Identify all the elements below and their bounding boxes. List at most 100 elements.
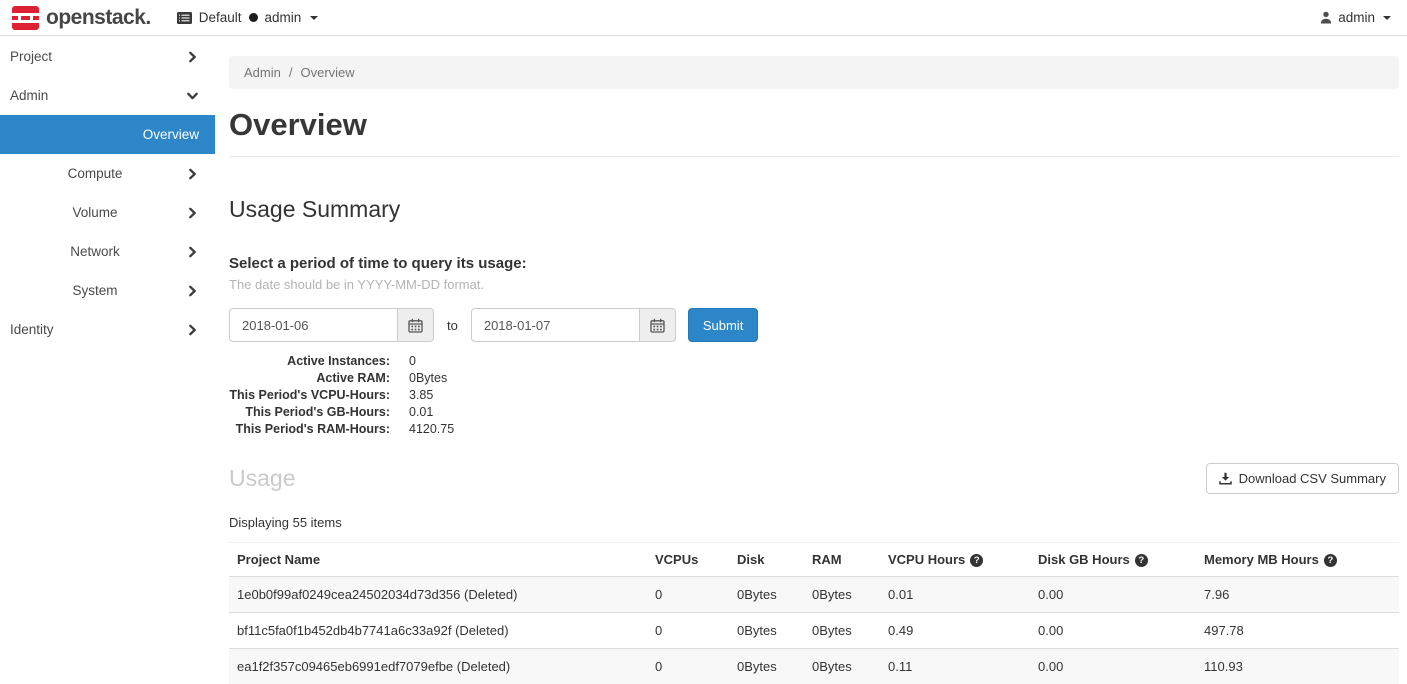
sidebar-item-label: Identity: [10, 322, 54, 337]
date-format-hint: The date should be in YYYY-MM-DD format.: [229, 277, 1399, 292]
date-range-prompt: Select a period of time to query its usa…: [229, 255, 1399, 272]
help-icon[interactable]: ?: [1324, 554, 1337, 567]
sidebar-item-label: Volume: [0, 205, 190, 220]
breadcrumb-separator: /: [289, 65, 293, 80]
context-project-label: admin: [265, 10, 302, 25]
sidebar-item-label: Project: [10, 49, 52, 64]
sidebar-item-compute[interactable]: Compute: [0, 154, 215, 193]
table-cell: 0.49: [880, 613, 1030, 649]
column-header-memory-mb-hours: Memory MB Hours?: [1196, 543, 1399, 577]
download-csv-button[interactable]: Download CSV Summary: [1206, 463, 1399, 494]
date-range-form: to Submit: [229, 308, 1399, 342]
sidebar-item-label: Network: [0, 244, 190, 259]
sidebar-item-overview[interactable]: Overview: [0, 115, 215, 154]
stat-row: This Period's RAM-Hours: 4120.75: [229, 421, 1399, 438]
usage-stats: Active Instances: 0 Active RAM: 0Bytes T…: [229, 353, 1399, 438]
sidebar-item-label: System: [0, 283, 190, 298]
top-navbar: openstack. Default admin admin: [0, 0, 1407, 36]
usage-table-header-row: Project NameVCPUsDiskRAMVCPU Hours?Disk …: [229, 543, 1399, 577]
context-switcher[interactable]: Default admin: [177, 10, 319, 25]
sidebar-item-project[interactable]: Project: [0, 37, 215, 76]
breadcrumb-current: Overview: [300, 65, 354, 80]
usage-heading: Usage: [229, 465, 295, 492]
stat-row: Active Instances: 0: [229, 353, 1399, 370]
domain-list-icon: [177, 12, 192, 24]
table-cell: 0: [647, 577, 729, 613]
table-cell: 0Bytes: [804, 649, 880, 684]
column-header-ram: RAM: [804, 543, 880, 577]
to-label: to: [447, 318, 458, 333]
table-cell: 0.00: [1030, 577, 1196, 613]
table-row: ea1f2f357c09465eb6991edf7079efbe (Delete…: [229, 649, 1399, 684]
user-icon: [1320, 11, 1332, 24]
title-divider: [229, 156, 1399, 157]
user-menu[interactable]: admin: [1320, 10, 1395, 25]
chevron-right-icon: [187, 285, 198, 296]
sidebar-nav: Project Admin Overview Compute Volume Ne…: [0, 36, 215, 349]
usage-table-body: 1e0b0f99af0249cea24502034d73d356 (Delete…: [229, 577, 1399, 684]
stat-value: 4120.75: [409, 421, 454, 438]
main-content: Admin / Overview Overview Usage Summary …: [215, 36, 1407, 684]
stat-label: Active RAM:: [229, 370, 390, 387]
table-cell: 0: [647, 613, 729, 649]
table-cell: 0.01: [880, 577, 1030, 613]
calendar-icon[interactable]: [639, 308, 676, 342]
table-cell: 497.78: [1196, 613, 1399, 649]
stat-row: This Period's VCPU-Hours: 3.85: [229, 387, 1399, 404]
table-row: 1e0b0f99af0249cea24502034d73d356 (Delete…: [229, 577, 1399, 613]
column-header-disk-gb-hours: Disk GB Hours?: [1030, 543, 1196, 577]
context-domain-label: Default: [199, 10, 242, 25]
date-from-input[interactable]: [229, 308, 397, 342]
items-count: Displaying 55 items: [229, 515, 1399, 530]
table-cell: 0.11: [880, 649, 1030, 684]
submit-button[interactable]: Submit: [688, 308, 758, 342]
date-from-group: [229, 308, 434, 342]
chevron-right-icon: [187, 168, 198, 179]
sidebar-item-system[interactable]: System: [0, 271, 215, 310]
calendar-icon[interactable]: [397, 308, 434, 342]
download-csv-label: Download CSV Summary: [1239, 471, 1386, 486]
table-cell: 0: [647, 649, 729, 684]
usage-section-header: Usage Download CSV Summary: [229, 463, 1399, 494]
column-header-project-name: Project Name: [229, 543, 647, 577]
stat-row: This Period's GB-Hours: 0.01: [229, 404, 1399, 421]
help-icon[interactable]: ?: [970, 554, 983, 567]
page-title: Overview: [229, 106, 1399, 144]
brand-link[interactable]: openstack.: [12, 6, 151, 30]
bullet-separator-icon: [249, 13, 258, 22]
table-cell: bf11c5fa0f1b452db4b7741a6c33a92f (Delete…: [229, 613, 647, 649]
sidebar-item-volume[interactable]: Volume: [0, 193, 215, 232]
help-icon[interactable]: ?: [1135, 554, 1148, 567]
stat-value: 0: [409, 353, 416, 370]
table-row: bf11c5fa0f1b452db4b7741a6c33a92f (Delete…: [229, 613, 1399, 649]
sidebar-item-label: Admin: [10, 88, 48, 103]
breadcrumb-admin-link[interactable]: Admin: [244, 65, 281, 80]
user-name-label: admin: [1338, 10, 1375, 25]
caret-down-icon: [310, 16, 318, 20]
table-cell: ea1f2f357c09465eb6991edf7079efbe (Delete…: [229, 649, 647, 684]
sidebar-item-label: Compute: [0, 166, 190, 181]
openstack-logo-icon: [12, 6, 39, 30]
stat-value: 0.01: [409, 404, 433, 421]
stat-label: Active Instances:: [229, 353, 390, 370]
sidebar-item-admin[interactable]: Admin: [0, 76, 215, 115]
stat-label: This Period's RAM-Hours:: [229, 421, 390, 438]
table-cell: 0Bytes: [804, 577, 880, 613]
stat-row: Active RAM: 0Bytes: [229, 370, 1399, 387]
table-cell: 1e0b0f99af0249cea24502034d73d356 (Delete…: [229, 577, 647, 613]
breadcrumb: Admin / Overview: [229, 56, 1399, 89]
stat-label: This Period's VCPU-Hours:: [229, 387, 390, 404]
stat-value: 0Bytes: [409, 370, 447, 387]
table-cell: 110.93: [1196, 649, 1399, 684]
chevron-right-icon: [187, 324, 198, 335]
sidebar-item-identity[interactable]: Identity: [0, 310, 215, 349]
stat-label: This Period's GB-Hours:: [229, 404, 390, 421]
column-header-disk: Disk: [729, 543, 804, 577]
date-to-input[interactable]: [471, 308, 639, 342]
column-header-vcpu-hours: VCPU Hours?: [880, 543, 1030, 577]
table-cell: 0Bytes: [729, 577, 804, 613]
sidebar-item-network[interactable]: Network: [0, 232, 215, 271]
chevron-right-icon: [187, 207, 198, 218]
table-cell: 0.00: [1030, 613, 1196, 649]
date-to-group: [471, 308, 676, 342]
